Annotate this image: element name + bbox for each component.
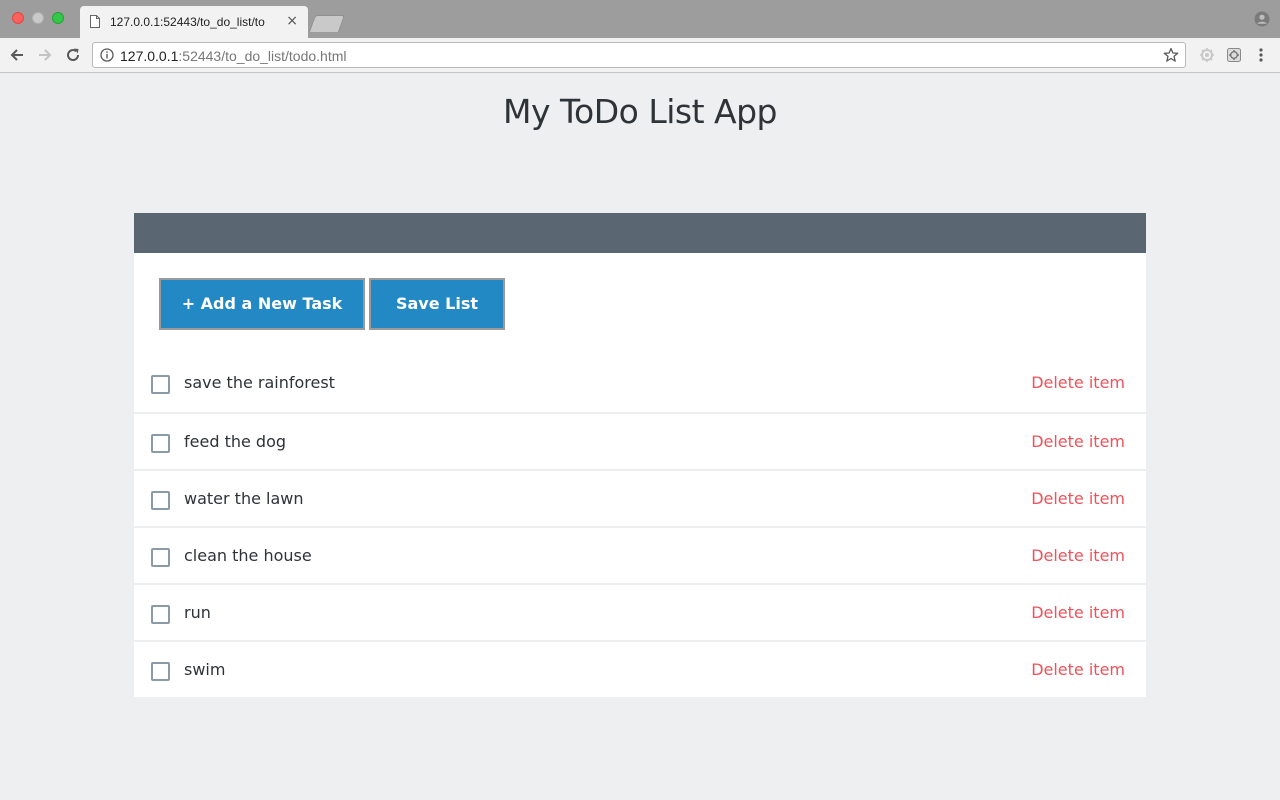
url-text[interactable]: 127.0.0.1:52443/to_do_list/todo.html	[120, 48, 347, 64]
address-bar[interactable]: 127.0.0.1:52443/to_do_list/todo.html	[92, 42, 1186, 68]
extension-icon[interactable]	[1199, 47, 1215, 63]
task-label: swim	[184, 660, 226, 679]
back-icon[interactable]	[8, 46, 26, 64]
tab-title: 127.0.0.1:52443/to_do_list/to	[110, 15, 265, 29]
save-list-button[interactable]: Save List	[369, 278, 505, 330]
task-checkbox[interactable]	[151, 375, 170, 394]
url-host: 127.0.0.1	[120, 48, 179, 64]
card-header-bar	[134, 213, 1146, 253]
delete-item-link[interactable]: Delete item	[1031, 660, 1125, 679]
page-title: My ToDo List App	[503, 92, 777, 131]
info-icon[interactable]	[100, 48, 114, 62]
list-item: feed the dog Delete item	[134, 412, 1146, 469]
add-task-button[interactable]: + Add a New Task	[159, 278, 365, 330]
delete-item-link[interactable]: Delete item	[1031, 489, 1125, 508]
task-label: save the rainforest	[184, 373, 335, 392]
task-checkbox[interactable]	[151, 662, 170, 681]
window-maximize-button[interactable]	[52, 12, 64, 24]
menu-icon[interactable]	[1256, 47, 1266, 63]
profile-icon[interactable]	[1254, 11, 1270, 27]
url-path: :52443/to_do_list/todo.html	[178, 48, 347, 64]
task-label: run	[184, 603, 211, 622]
task-label: water the lawn	[184, 489, 304, 508]
close-icon[interactable]: ×	[286, 14, 298, 28]
reload-icon[interactable]	[64, 46, 82, 64]
task-checkbox[interactable]	[151, 548, 170, 567]
extension-icon[interactable]	[1226, 47, 1242, 63]
task-label: feed the dog	[184, 432, 287, 451]
window-close-button[interactable]	[12, 12, 24, 24]
browser-tab[interactable]: 127.0.0.1:52443/to_do_list/to ×	[80, 6, 308, 38]
browser-toolbar: 127.0.0.1:52443/to_do_list/todo.html	[0, 38, 1280, 73]
list-item: save the rainforest Delete item	[134, 355, 1146, 412]
task-checkbox[interactable]	[151, 491, 170, 510]
delete-item-link[interactable]: Delete item	[1031, 373, 1125, 392]
window-minimize-button[interactable]	[32, 12, 44, 24]
new-tab-button[interactable]	[308, 15, 346, 32]
task-checkbox[interactable]	[151, 605, 170, 624]
task-list: save the rainforest Delete item feed the…	[134, 355, 1146, 697]
list-item: water the lawn Delete item	[134, 469, 1146, 526]
forward-icon[interactable]	[36, 46, 54, 64]
delete-item-link[interactable]: Delete item	[1031, 546, 1125, 565]
delete-item-link[interactable]: Delete item	[1031, 603, 1125, 622]
task-checkbox[interactable]	[151, 434, 170, 453]
document-icon	[90, 15, 100, 28]
list-item: swim Delete item	[134, 640, 1146, 697]
list-item: run Delete item	[134, 583, 1146, 640]
browser-tab-strip: 127.0.0.1:52443/to_do_list/to ×	[0, 0, 1280, 38]
todo-card: + Add a New Task Save List save the rain…	[134, 213, 1146, 697]
list-item: clean the house Delete item	[134, 526, 1146, 583]
delete-item-link[interactable]: Delete item	[1031, 432, 1125, 451]
task-label: clean the house	[184, 546, 312, 565]
star-icon[interactable]	[1163, 47, 1179, 63]
